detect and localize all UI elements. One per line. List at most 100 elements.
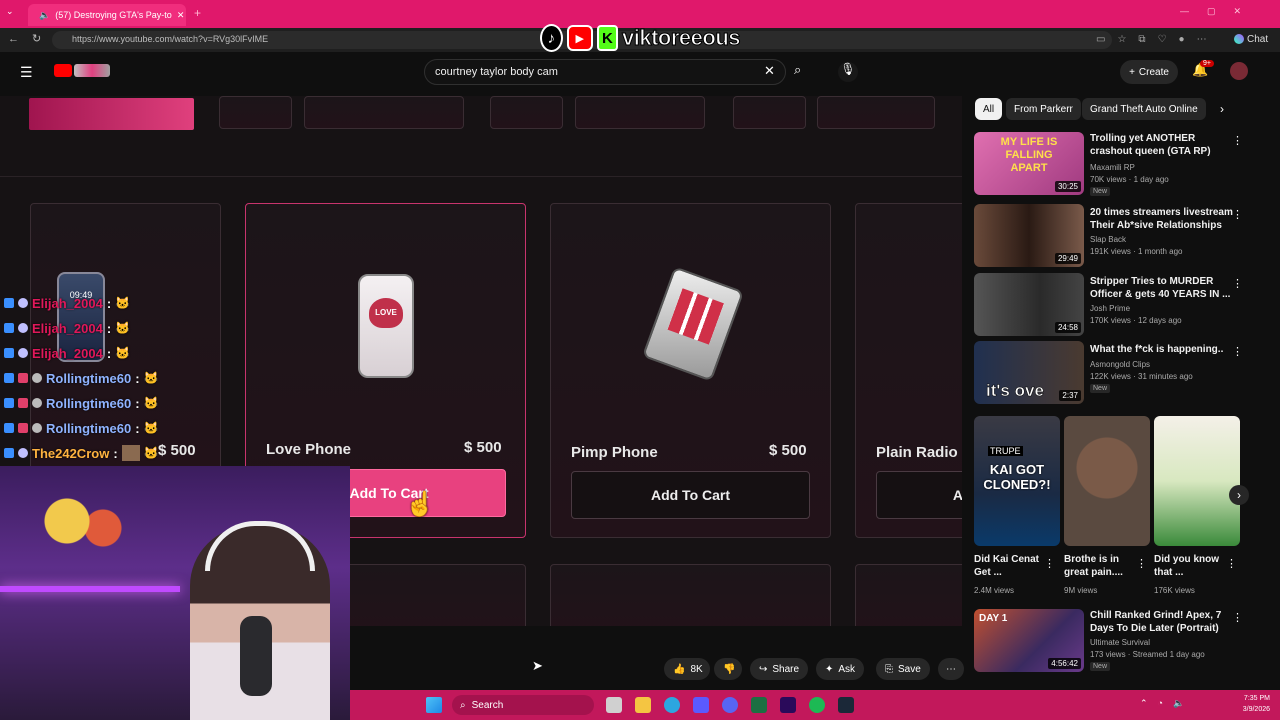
short-menu-icon[interactable]: ⋮ [1226, 557, 1237, 570]
create-button[interactable]: + Create [1120, 60, 1178, 84]
chat-message-text: : [106, 295, 112, 311]
mic-icon[interactable]: 🎙 [838, 62, 858, 82]
premiere-icon[interactable] [780, 697, 796, 713]
chat-overlay: Elijah_2004 : 🐱 Elijah_2004 : 🐱 Elijah_2… [0, 292, 240, 468]
shorts-next-button[interactable]: › [1229, 485, 1249, 505]
ask-button[interactable]: ✦ Ask [816, 658, 865, 680]
speaker-icon[interactable]: 🔈 [39, 10, 50, 21]
edge-icon[interactable] [664, 697, 680, 713]
youtube-logo[interactable] [54, 64, 110, 77]
product-card[interactable] [550, 564, 831, 626]
close-window-icon[interactable]: ✕ [1234, 6, 1242, 20]
search-icon[interactable]: ⌕ [794, 62, 801, 78]
clear-search-icon[interactable]: ✕ [764, 63, 775, 79]
taskbar-clock[interactable]: 7:35 PM 3/9/2026 [1230, 693, 1270, 715]
reload-icon[interactable]: ↻ [32, 32, 41, 45]
video-menu-icon[interactable]: ⋮ [1232, 277, 1243, 290]
maximize-icon[interactable]: ▢ [1207, 6, 1216, 20]
favorite-icon[interactable]: ☆ [1117, 34, 1126, 45]
account-avatar[interactable] [1230, 62, 1248, 80]
search-query: courtney taylor body cam [435, 66, 558, 78]
wifi-icon[interactable]: ◔ [1158, 698, 1163, 709]
chat-username: Elijah_2004 [32, 295, 103, 311]
category-tab[interactable] [490, 96, 563, 129]
chip-gta-online[interactable]: Grand Theft Auto Online [1082, 98, 1206, 120]
video-duration: 30:25 [1054, 181, 1081, 192]
product-card-pimp-phone[interactable]: Pimp Phone $ 500 Add To Cart [550, 203, 831, 538]
chat-message: The242Crow : 🐱 [4, 442, 159, 464]
tray-chevron-icon[interactable]: ⌃ [1140, 698, 1148, 709]
close-tab-icon[interactable]: ✕ [177, 10, 185, 21]
chip-all[interactable]: All [975, 98, 1003, 120]
sidebar-video[interactable]: DAY 1 4:56:42 Chill Ranked Grind! Apex, … [974, 609, 1270, 675]
save-button[interactable]: ⎘ Save [876, 658, 930, 680]
chat-badge-icon [18, 298, 28, 308]
category-tab[interactable] [304, 96, 464, 129]
back-icon[interactable]: ← [8, 33, 19, 45]
category-tab[interactable] [219, 96, 292, 129]
menu-icon[interactable]: ☰ [20, 64, 33, 81]
short-menu-icon[interactable]: ⋮ [1136, 557, 1147, 570]
search-input[interactable]: courtney taylor body cam [424, 59, 786, 85]
new-badge: New [1090, 384, 1111, 393]
excel-icon[interactable] [751, 697, 767, 713]
task-view-icon[interactable] [606, 697, 622, 713]
taskbar-search[interactable]: ⌕ Search [452, 695, 594, 715]
tab-list-button[interactable]: ⌄ [6, 6, 20, 20]
short-menu-icon[interactable]: ⋮ [1044, 557, 1055, 570]
more-icon[interactable]: ⋯ [1197, 34, 1207, 45]
video-duration: 29:49 [1054, 253, 1081, 264]
taskbar-search-label: Search [471, 699, 504, 711]
start-button-icon[interactable] [426, 697, 442, 713]
profile-icon[interactable]: ● [1179, 34, 1185, 45]
category-tab[interactable] [733, 96, 806, 129]
more-actions-button[interactable]: ⋯ [938, 658, 964, 680]
chat-username: Rollingtime60 [46, 420, 132, 436]
video-menu-icon[interactable]: ⋮ [1232, 208, 1243, 221]
video-duration: 4:56:42 [1048, 658, 1081, 669]
chat-username: The242Crow [32, 445, 110, 461]
add-to-cart-button[interactable]: A [876, 471, 962, 519]
chat-message: Elijah_2004 : 🐱 [4, 317, 130, 339]
store-icon[interactable] [693, 697, 709, 713]
youtube-logo-doodle [74, 64, 110, 77]
steam-icon[interactable] [838, 697, 854, 713]
chat-message: Rollingtime60 : 🐱 [4, 392, 159, 414]
chat-username: Elijah_2004 [32, 320, 103, 336]
chevron-right-icon[interactable]: › [1220, 102, 1224, 116]
new-tab-icon[interactable]: + [194, 6, 201, 20]
chip-from-parkerr[interactable]: From Parkerr [1006, 98, 1081, 120]
dislike-button[interactable]: 👎 [714, 658, 742, 680]
minimize-icon[interactable]: — [1180, 6, 1189, 20]
add-to-cart-button[interactable]: Add To Cart [571, 471, 810, 519]
sidebar-video[interactable]: it's ove 2:37 What the f*ck is happening… [974, 341, 1270, 407]
product-card-plain-radio[interactable]: Plain Radio A [855, 203, 962, 538]
category-tab[interactable] [575, 96, 705, 129]
video-menu-icon[interactable]: ⋮ [1232, 345, 1243, 358]
copilot-chat-button[interactable]: Chat [1234, 34, 1268, 45]
file-explorer-icon[interactable] [635, 697, 651, 713]
video-menu-icon[interactable]: ⋮ [1232, 134, 1243, 147]
category-tab-active[interactable] [29, 98, 194, 130]
product-card[interactable] [855, 564, 962, 626]
overlay-channel-name: viktoreeous [622, 25, 742, 51]
spotify-icon[interactable] [809, 697, 825, 713]
ask-label: Ask [838, 663, 856, 675]
sidebar-video[interactable]: 29:49 20 times streamers livestream Thei… [974, 204, 1270, 270]
sidebar-video[interactable]: MY LIFE IS FALLING APART 30:25 Trolling … [974, 132, 1270, 198]
sidebar-video[interactable]: 24:58 Stripper Tries to MURDER Officer &… [974, 273, 1270, 339]
collections-icon[interactable]: ♡ [1158, 34, 1167, 45]
share-icon: ↪ [759, 663, 768, 675]
extensions-icon[interactable]: ⧉ [1138, 34, 1145, 45]
volume-icon[interactable]: 🔈 [1173, 698, 1184, 709]
browser-tab[interactable]: 🔈 (57) Destroying GTA's Pay-to ✕ [28, 4, 186, 26]
short-thumbnail: TRUPE KAI GOT CLONED?! [974, 416, 1060, 546]
category-tab[interactable] [817, 96, 935, 129]
video-menu-icon[interactable]: ⋮ [1232, 611, 1243, 624]
like-button[interactable]: 👍 8K [664, 658, 710, 680]
share-button[interactable]: ↪ Share [750, 658, 809, 680]
video-thumbnail: MY LIFE IS FALLING APART 30:25 [974, 132, 1084, 195]
chat-badge-icon [4, 398, 14, 408]
reader-icon[interactable]: ▭ [1096, 34, 1105, 45]
discord-icon[interactable] [722, 697, 738, 713]
